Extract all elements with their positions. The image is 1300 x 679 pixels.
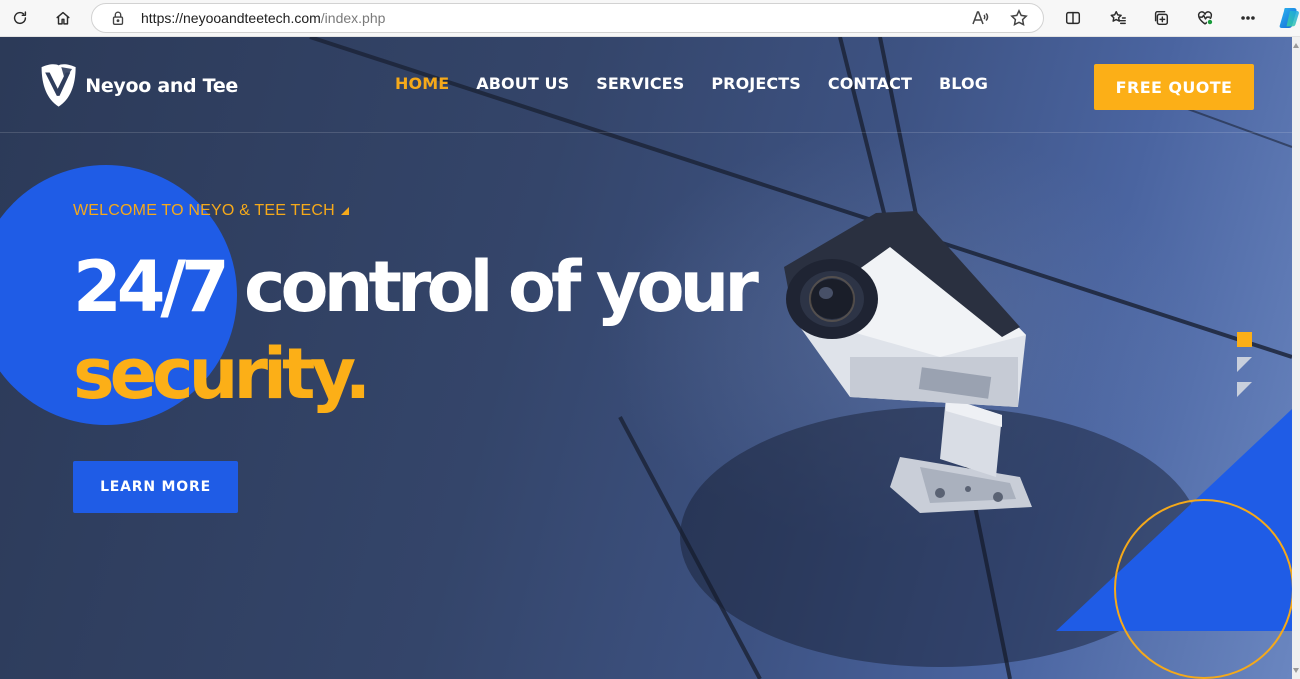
scroll-up-arrow-icon[interactable] [1293,43,1299,48]
hero-headline-line2: security. [73,333,371,415]
welcome-text: WELCOME TO NEYO & TEE TECH [73,202,335,219]
nav-item-blog[interactable]: BLOG [939,74,988,96]
add-favorite-icon[interactable] [1009,8,1031,30]
slide-indicator-1[interactable] [1237,332,1252,347]
slider-pagination [1236,332,1254,402]
shield-logo-icon [41,64,76,107]
slide-indicator-3[interactable] [1237,382,1252,397]
nav-item-contact[interactable]: CONTACT [828,74,912,96]
free-quote-button[interactable]: FREE QUOTE [1094,64,1254,110]
learn-more-button[interactable]: LEARN MORE [73,461,238,513]
url-host: https://neyooandteetech.com [141,10,321,26]
nav-item-projects[interactable]: PROJECTS [711,74,801,96]
nav-item-about-us[interactable]: ABOUT US [476,74,569,96]
nav-divider [0,132,1292,133]
home-icon[interactable] [48,4,78,32]
main-nav: HOME ABOUT US SERVICES PROJECTS CONTACT … [395,74,988,96]
reload-icon[interactable] [5,4,35,32]
scroll-down-arrow-icon[interactable] [1293,668,1299,673]
slide-indicator-2[interactable] [1237,357,1252,372]
split-screen-icon[interactable] [1058,4,1088,32]
hero-section: Neyoo and Tee HOME ABOUT US SERVICES PRO… [0,37,1292,679]
nav-item-services[interactable]: SERVICES [596,74,684,96]
more-options-icon[interactable] [1233,4,1263,32]
url-text[interactable]: https://neyooandteetech.com/index.php [141,10,385,26]
url-path: /index.php [320,10,386,26]
brand-name: Neyoo and Tee [85,75,238,97]
browser-toolbar: https://neyooandteetech.com/index.php [0,0,1300,37]
triangle-accent-icon [340,207,349,215]
collections-icon[interactable] [1146,4,1176,32]
page-scrollbar[interactable] [1292,37,1300,679]
security-camera-image [784,211,1032,513]
favorites-icon[interactable] [1103,4,1133,32]
address-bar[interactable]: https://neyooandteetech.com/index.php [91,3,1044,33]
copilot-icon[interactable] [1278,6,1300,30]
decorative-gold-ring [1114,499,1292,679]
site-logo[interactable]: Neyoo and Tee [38,59,238,113]
nav-item-home[interactable]: HOME [395,74,449,96]
lock-icon[interactable] [109,9,127,27]
browser-essentials-icon[interactable] [1190,4,1220,32]
hero-headline-line1: 24/7 control of your [73,246,759,328]
welcome-tagline: WELCOME TO NEYO & TEE TECH [73,202,349,220]
read-aloud-icon[interactable] [970,8,992,30]
